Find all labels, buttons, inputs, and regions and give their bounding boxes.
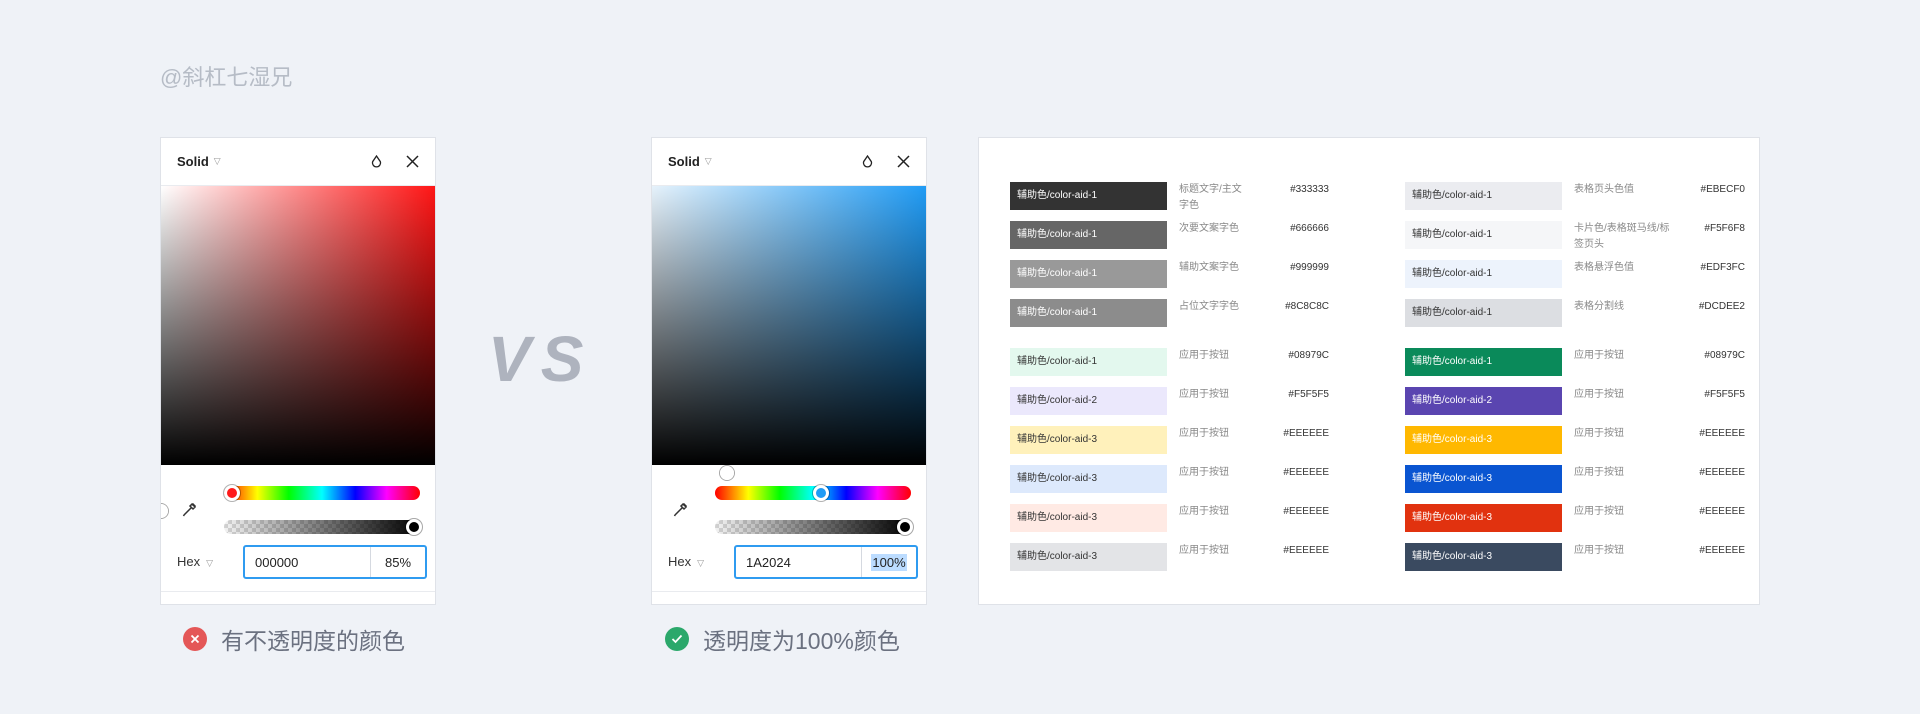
picker-header: Solid ▽ <box>652 138 926 186</box>
color-swatch: 辅助色/color-aid-3 <box>1405 543 1562 571</box>
opacity-slider-handle[interactable] <box>406 519 422 535</box>
watermark: @斜杠七湿兄 <box>160 65 293 90</box>
chevron-down-icon: ▽ <box>704 156 712 166</box>
token-description: 表格悬浮色值 <box>1574 262 1634 273</box>
blend-drop-icon[interactable] <box>367 153 385 171</box>
saturation-brightness-area[interactable] <box>652 186 926 480</box>
opacity-input[interactable]: 85% <box>371 547 425 577</box>
opacity-input[interactable]: 100% <box>862 547 916 577</box>
color-picker-panel: Solid ▽ Hex ▽ 000000 85% <box>160 137 436 605</box>
token-description: 应用于按钮 <box>1574 467 1624 478</box>
token-description: 表格分割线 <box>1574 301 1624 312</box>
color-format-label: Hex <box>177 554 201 569</box>
saturation-brightness-area[interactable] <box>161 186 435 518</box>
color-swatch: 辅助色/color-aid-1 <box>1405 182 1562 210</box>
token-description: 应用于按钮 <box>1574 389 1624 400</box>
hex-input[interactable]: 1A2024 <box>736 547 862 577</box>
token-hex-value: #F5F6F8 <box>1704 223 1745 234</box>
picker-footer-divider <box>161 591 435 592</box>
fill-mode-dropdown[interactable]: Solid <box>177 154 209 169</box>
verdict-text: 透明度为100%颜色 <box>703 628 900 654</box>
eyedropper-icon[interactable] <box>181 500 199 523</box>
vs-label: VS <box>488 323 594 395</box>
token-row: 辅助色/color-aid-1 卡片色/表格斑马线/标签页头 #F5F6F8 <box>979 221 1759 255</box>
color-swatch: 辅助色/color-aid-1 <box>1405 348 1562 376</box>
color-cursor[interactable] <box>720 466 734 480</box>
color-format-dropdown[interactable]: Hex ▽ <box>177 554 213 569</box>
opacity-value: 100% <box>871 553 907 571</box>
token-row: 辅助色/color-aid-3 应用于按钮 #EEEEEE <box>979 504 1759 538</box>
chevron-down-icon: ▽ <box>206 558 214 568</box>
hue-slider-handle[interactable] <box>813 485 829 501</box>
color-swatch: 辅助色/color-aid-2 <box>1405 387 1562 415</box>
opacity-slider[interactable] <box>715 519 913 535</box>
error-icon <box>183 627 207 651</box>
picker-header: Solid ▽ <box>161 138 435 186</box>
picker-footer-divider <box>652 591 926 592</box>
token-hex-value: #EBECF0 <box>1700 184 1745 195</box>
check-icon <box>665 627 689 651</box>
opacity-value: 85% <box>384 554 412 570</box>
color-swatch: 辅助色/color-aid-1 <box>1405 221 1562 249</box>
token-hex-value: #EEEEEE <box>1699 506 1745 517</box>
color-swatch: 辅助色/color-aid-3 <box>1405 465 1562 493</box>
token-hex-value: #08979C <box>1704 350 1745 361</box>
chevron-down-icon: ▽ <box>697 558 705 568</box>
token-hex-value: #DCDEE2 <box>1698 301 1745 312</box>
token-row: 辅助色/color-aid-2 应用于按钮 #F5F5F5 <box>979 387 1759 421</box>
token-description: 应用于按钮 <box>1574 506 1624 517</box>
token-description: 应用于按钮 <box>1574 350 1624 361</box>
token-row: 辅助色/color-aid-1 表格页头色值 #EBECF0 <box>979 182 1759 216</box>
color-format-label: Hex <box>668 554 692 569</box>
hue-slider[interactable] <box>715 485 911 501</box>
close-icon[interactable] <box>894 153 912 171</box>
token-description: 应用于按钮 <box>1574 545 1624 556</box>
token-row: 辅助色/color-aid-1 表格悬浮色值 #EDF3FC <box>979 260 1759 294</box>
color-swatch: 辅助色/color-aid-3 <box>1405 426 1562 454</box>
chevron-down-icon: ▽ <box>213 156 221 166</box>
color-swatch: 辅助色/color-aid-3 <box>1405 504 1562 532</box>
token-description: 表格页头色值 <box>1574 184 1634 195</box>
token-hex-value: #F5F5F5 <box>1704 389 1745 400</box>
color-format-dropdown[interactable]: Hex ▽ <box>668 554 704 569</box>
color-swatch: 辅助色/color-aid-1 <box>1405 299 1562 327</box>
token-hex-value: #EDF3FC <box>1700 262 1745 273</box>
token-row: 辅助色/color-aid-1 应用于按钮 #08979C <box>979 348 1759 382</box>
opacity-slider[interactable] <box>224 519 422 535</box>
color-picker-panel: Solid ▽ Hex ▽ 1A2024 100% <box>651 137 927 605</box>
color-token-panel: 辅助色/color-aid-1 标题文字/主文字色 #333333 辅助色/color… <box>978 137 1760 605</box>
color-cursor[interactable] <box>161 504 168 518</box>
hue-slider-handle[interactable] <box>224 485 240 501</box>
color-value-input: 1A2024 100% <box>734 545 918 579</box>
verdict-good: 透明度为100%颜色 <box>665 622 900 656</box>
token-hex-value: #EEEEEE <box>1699 545 1745 556</box>
token-description: 卡片色/表格斑马线/标签页头 <box>1574 223 1670 250</box>
verdict-text: 有不透明度的颜色 <box>221 628 405 654</box>
token-row: 辅助色/color-aid-3 应用于按钮 #EEEEEE <box>979 543 1759 577</box>
token-row: 辅助色/color-aid-3 应用于按钮 #EEEEEE <box>979 426 1759 460</box>
token-description: 应用于按钮 <box>1574 428 1624 439</box>
blend-drop-icon[interactable] <box>858 153 876 171</box>
hex-input[interactable]: 000000 <box>245 547 371 577</box>
hue-slider[interactable] <box>224 485 420 501</box>
close-icon[interactable] <box>403 153 421 171</box>
verdict-bad: 有不透明度的颜色 <box>183 622 405 656</box>
color-value-input: 000000 85% <box>243 545 427 579</box>
token-hex-value: #EEEEEE <box>1699 428 1745 439</box>
eyedropper-icon[interactable] <box>672 500 690 523</box>
token-row: 辅助色/color-aid-3 应用于按钮 #EEEEEE <box>979 465 1759 499</box>
token-hex-value: #EEEEEE <box>1699 467 1745 478</box>
token-row: 辅助色/color-aid-1 表格分割线 #DCDEE2 <box>979 299 1759 333</box>
opacity-slider-handle[interactable] <box>897 519 913 535</box>
color-swatch: 辅助色/color-aid-1 <box>1405 260 1562 288</box>
fill-mode-dropdown[interactable]: Solid <box>668 154 700 169</box>
